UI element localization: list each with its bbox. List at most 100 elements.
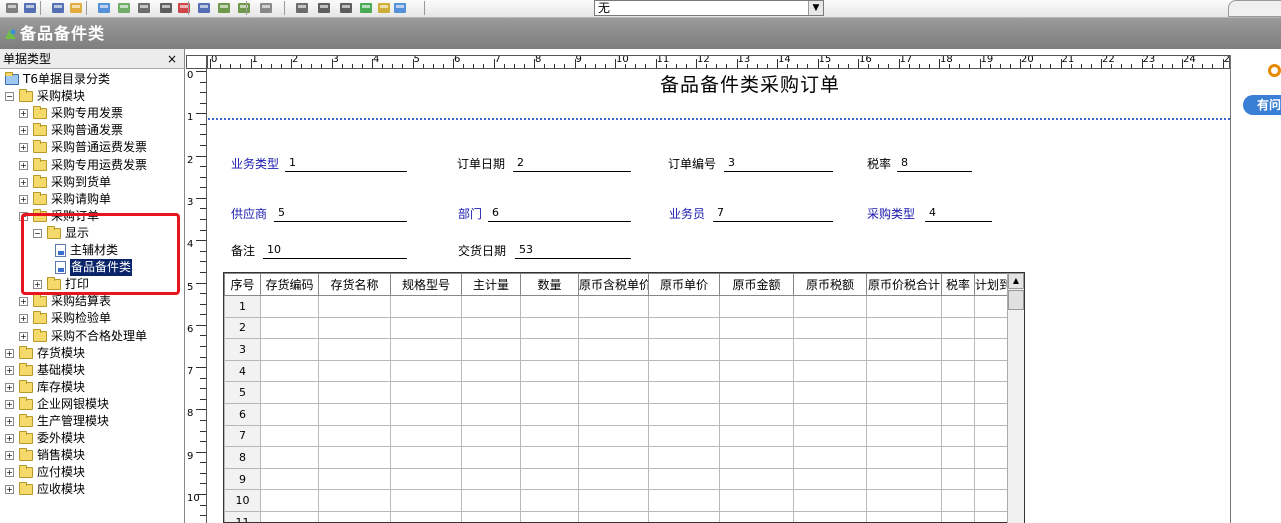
table-cell[interactable] [648, 295, 720, 318]
table-cell[interactable] [461, 359, 521, 383]
table-cell[interactable] [318, 467, 391, 491]
table-cell[interactable] [318, 381, 391, 404]
expand-icon[interactable]: + [19, 314, 28, 324]
table-cell[interactable] [260, 424, 319, 448]
table-cell[interactable] [260, 467, 319, 491]
tree-item[interactable]: + 应收模块 [5, 481, 183, 498]
table-cell[interactable] [719, 402, 794, 426]
table-cell[interactable] [941, 316, 975, 340]
align-icon[interactable] [258, 1, 274, 15]
table-cell[interactable] [520, 424, 579, 448]
tree-item[interactable]: + 企业网银模块 [5, 396, 183, 413]
table-cell[interactable] [520, 359, 579, 383]
field-value[interactable]: 6 [492, 206, 499, 219]
column-header[interactable]: 原币金额 [719, 273, 794, 296]
column-header[interactable]: 原币税额 [793, 273, 867, 296]
table-cell[interactable] [648, 510, 720, 522]
table-cell[interactable] [520, 295, 579, 318]
table-cell[interactable] [866, 467, 942, 491]
field-label[interactable]: 订单日期 [457, 155, 505, 172]
table-cell[interactable] [260, 510, 319, 522]
table-cell[interactable] [719, 359, 794, 383]
table-cell[interactable] [318, 338, 391, 361]
table-cell[interactable] [793, 402, 867, 426]
column-header[interactable]: 原币价税合计 [866, 273, 942, 296]
table-cell[interactable] [793, 510, 867, 522]
table-cell[interactable] [719, 338, 794, 361]
table-cell[interactable] [578, 446, 649, 469]
table-cell[interactable] [941, 467, 975, 491]
table-cell[interactable] [793, 424, 867, 448]
field-label[interactable]: 订单编号 [668, 155, 716, 172]
table-cell[interactable] [648, 489, 720, 512]
field-label[interactable]: 交货日期 [458, 242, 506, 259]
line-icon[interactable] [316, 1, 332, 15]
table-row[interactable]: 2 [224, 316, 1015, 340]
field-value[interactable]: 2 [517, 156, 524, 169]
tree-item[interactable]: + 采购请购单 [5, 191, 183, 208]
column-header[interactable]: 规格型号 [390, 273, 462, 296]
field-value[interactable]: 8 [901, 156, 908, 169]
table-cell[interactable] [648, 381, 720, 404]
table-cell[interactable] [461, 381, 521, 404]
tree-item[interactable]: + 采购检验单 [5, 310, 183, 327]
table-cell[interactable] [390, 446, 462, 469]
table-cell[interactable] [578, 381, 649, 404]
table-cell[interactable] [578, 489, 649, 512]
copy-format-icon[interactable] [116, 1, 132, 15]
table-cell[interactable] [318, 295, 391, 318]
table-cell[interactable] [260, 316, 319, 340]
table-cell[interactable] [719, 446, 794, 469]
border-icon[interactable] [294, 1, 310, 15]
table-cell[interactable] [390, 424, 462, 448]
table-cell[interactable] [793, 446, 867, 469]
table-cell[interactable] [648, 467, 720, 491]
column-header[interactable]: 存货编码 [260, 273, 319, 296]
table-cell[interactable] [866, 381, 942, 404]
scroll-up-icon[interactable]: ▲ [1008, 273, 1024, 289]
tree-item[interactable]: + 采购不合格处理单 [5, 328, 183, 345]
table-cell[interactable] [520, 489, 579, 512]
table-cell[interactable] [648, 316, 720, 340]
style-combo[interactable]: 无 ▼ [594, 0, 824, 16]
font-icon[interactable] [136, 1, 152, 15]
table-row[interactable]: 8 [224, 446, 1015, 469]
table-cell[interactable] [318, 510, 391, 522]
table-cell[interactable] [520, 510, 579, 522]
expand-icon[interactable]: + [19, 143, 28, 153]
table-cell[interactable] [578, 316, 649, 340]
table-cell[interactable] [941, 359, 975, 383]
expand-icon[interactable]: + [5, 434, 14, 444]
table-cell[interactable] [520, 446, 579, 469]
table-cell[interactable] [866, 359, 942, 383]
table-cell[interactable] [260, 489, 319, 512]
table-cell[interactable] [866, 295, 942, 318]
table-cell[interactable] [578, 467, 649, 491]
tree-item[interactable]: + 采购结算表 [5, 293, 183, 310]
field-label[interactable]: 业务员 [669, 205, 705, 222]
refresh-icon[interactable] [358, 1, 374, 15]
table-row[interactable]: 1 [224, 295, 1015, 318]
table-cell[interactable] [461, 316, 521, 340]
table-cell[interactable] [461, 338, 521, 361]
field-value[interactable]: 10 [267, 243, 281, 256]
table-cell[interactable] [866, 316, 942, 340]
field-value[interactable]: 5 [278, 206, 285, 219]
table-cell[interactable] [578, 402, 649, 426]
table-cell[interactable] [793, 489, 867, 512]
close-pane-icon[interactable]: × [167, 49, 177, 69]
table-cell[interactable] [941, 510, 975, 522]
column-header[interactable]: 原币含税单价 [578, 273, 649, 296]
table-cell[interactable] [941, 489, 975, 512]
table-row[interactable]: 4 [224, 359, 1015, 383]
table-cell[interactable] [260, 402, 319, 426]
table-cell[interactable] [578, 510, 649, 522]
table-cell[interactable] [719, 316, 794, 340]
field-value[interactable]: 53 [519, 243, 533, 256]
table-row[interactable]: 11 [224, 510, 1015, 522]
table-cell[interactable] [719, 295, 794, 318]
table-row[interactable]: 6 [224, 402, 1015, 426]
expand-icon[interactable]: + [5, 485, 14, 495]
tree-item[interactable]: + 采购普通运费发票 [5, 139, 183, 156]
table-cell[interactable] [648, 338, 720, 361]
